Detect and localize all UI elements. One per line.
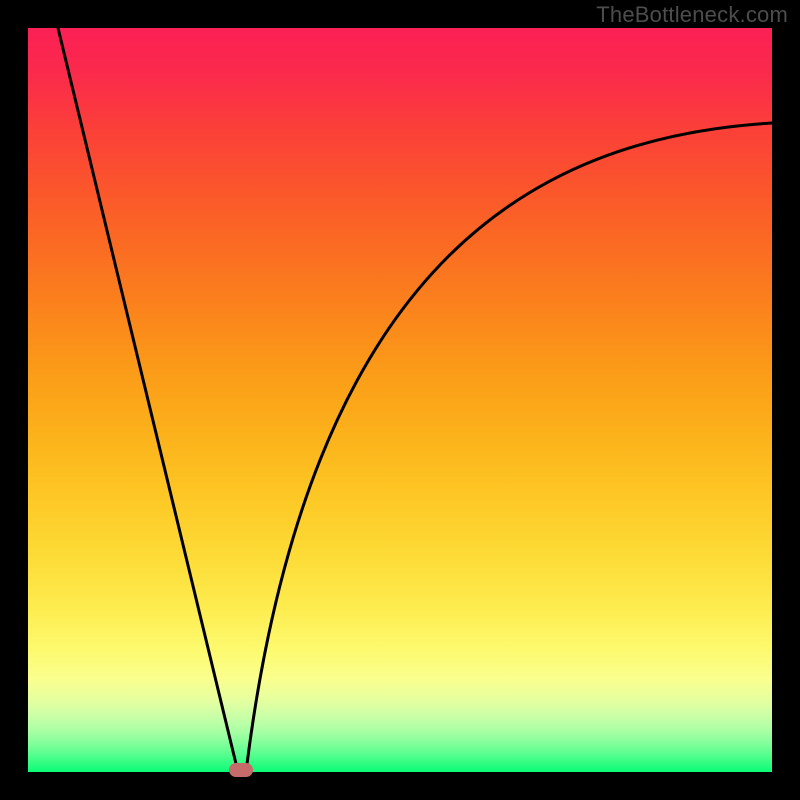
plot-area xyxy=(28,28,772,772)
watermark-text: TheBottleneck.com xyxy=(596,2,788,28)
chart-frame: TheBottleneck.com xyxy=(0,0,800,800)
optimum-marker xyxy=(229,763,253,777)
bottleneck-curve xyxy=(28,28,772,772)
